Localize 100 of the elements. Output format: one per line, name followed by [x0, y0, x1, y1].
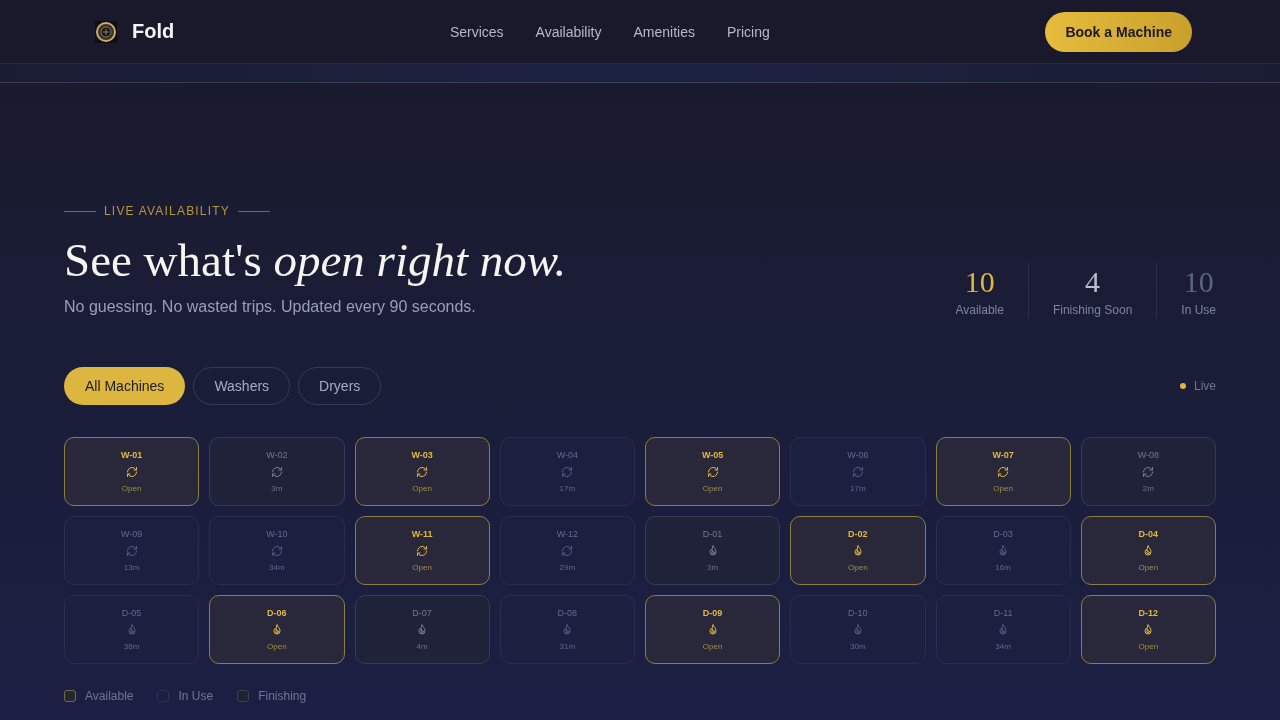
machine-id: W-06 [847, 450, 869, 460]
machine-card[interactable]: W-01 Open [64, 437, 200, 506]
machine-status: Open [267, 642, 287, 651]
machine-status: 34m [269, 563, 285, 572]
machine-status: 36m [123, 642, 140, 651]
nav-link[interactable]: Pricing [726, 23, 770, 40]
machine-status: 3m [271, 484, 283, 493]
stat-label: Finishing Soon [1052, 303, 1133, 317]
machine-status: Open [1138, 563, 1159, 572]
machine-id: D-11 [993, 608, 1013, 618]
machine-id: D-08 [557, 608, 578, 618]
machine-card[interactable]: W-05 Open [645, 437, 781, 506]
flame-icon [706, 624, 719, 636]
flame-icon [270, 624, 283, 636]
machine-status: Open [412, 563, 432, 572]
machine-id: D-01 [702, 529, 723, 539]
machine-status: 31m [559, 642, 576, 651]
refresh-icon [851, 466, 864, 478]
machine-id: W-01 [120, 450, 143, 460]
machine-id: D-09 [702, 608, 723, 618]
machine-id: W-05 [701, 450, 724, 460]
brand-name: Fold [132, 20, 175, 43]
machine-status: 17m [559, 484, 576, 493]
hero-subtitle: No guessing. No wasted trips. Updated every 90 seconds. [64, 297, 477, 317]
refresh-icon [1142, 466, 1155, 478]
machine-card[interactable]: D-06 Open [209, 595, 345, 664]
machine-status: Open [1138, 642, 1159, 651]
machine-card[interactable]: W-03 Open [354, 437, 490, 506]
machine-id: D-10 [848, 608, 868, 618]
machine-card[interactable]: D-12 Open [1080, 595, 1216, 664]
machine-status: 13m [123, 563, 140, 572]
refresh-icon [270, 466, 283, 478]
legend-label: In Use [178, 689, 214, 703]
machine-id: W-02 [266, 450, 288, 460]
machine-status: 29m [559, 563, 576, 572]
stat-value: 10 [1183, 267, 1214, 297]
machine-status: 30m [850, 642, 866, 651]
machine-status: Open [848, 563, 868, 572]
machine-status: 16m [995, 563, 1011, 572]
machine-id: W-09 [120, 529, 143, 539]
nav-link[interactable]: Amenities [633, 23, 695, 40]
flame-icon [125, 624, 138, 636]
flame-icon [561, 624, 574, 636]
refresh-icon [416, 545, 429, 557]
machine-card[interactable]: W-07 Open [935, 437, 1071, 506]
machine-id: W-03 [411, 450, 433, 460]
legend-label: Finishing [258, 689, 307, 703]
book-button[interactable]: Book a Machine [1045, 11, 1192, 52]
machine-status: Open [702, 642, 723, 651]
flame-icon [851, 624, 864, 636]
machine-status: Open [702, 484, 723, 493]
flame-icon [997, 624, 1010, 636]
flame-icon [416, 624, 429, 636]
machine-card[interactable]: D-07 4m [354, 595, 490, 664]
machine-id: W-12 [556, 529, 579, 539]
machine-card[interactable]: W-08 2m [1080, 437, 1216, 506]
machine-id: D-02 [848, 529, 868, 539]
machine-id: D-04 [1138, 529, 1159, 539]
machine-id: W-04 [556, 450, 579, 460]
machine-id: D-07 [412, 608, 432, 618]
flame-icon [1142, 545, 1155, 557]
refresh-icon [706, 466, 719, 478]
stat-value: 10 [964, 267, 995, 297]
machine-card[interactable]: D-04 Open [1080, 516, 1216, 585]
filter-pill[interactable]: All Machines [64, 367, 186, 405]
section-eyebrow: LIVE AVAILABILITY [104, 204, 230, 218]
machine-id: W-10 [266, 529, 288, 539]
machine-id: D-03 [993, 529, 1013, 539]
hero-heading: See what's open right now. [64, 234, 567, 286]
refresh-icon [561, 466, 574, 478]
machine-card[interactable]: W-11 Open [354, 516, 490, 585]
machine-id: D-05 [121, 608, 142, 618]
legend-swatch-icon [237, 690, 250, 702]
machine-id: W-07 [992, 450, 1014, 460]
refresh-icon [561, 545, 574, 557]
machine-card[interactable]: D-01 3m [645, 516, 781, 585]
machine-status: Open [412, 484, 432, 493]
machine-status: 4m [416, 642, 428, 651]
refresh-icon [125, 545, 138, 557]
legend-label: Available [85, 689, 134, 703]
machine-card[interactable]: W-02 3m [209, 437, 345, 506]
refresh-icon [997, 466, 1010, 478]
machine-status: 3m [707, 563, 719, 572]
stat-value: 4 [1085, 267, 1101, 297]
live-label: Live [1194, 379, 1216, 393]
stat-label: In Use [1181, 303, 1216, 317]
machine-status: 17m [850, 484, 866, 493]
flame-icon [706, 545, 719, 557]
refresh-icon [416, 466, 429, 478]
machine-card[interactable]: D-02 Open [790, 516, 926, 585]
nav-link[interactable]: Availability [535, 23, 602, 40]
machine-id: D-06 [267, 608, 287, 618]
legend-swatch-icon [64, 690, 76, 702]
machine-status: 34m [995, 642, 1011, 651]
machine-status: Open [121, 484, 142, 493]
machine-id: W-11 [411, 529, 433, 539]
machine-id: W-08 [1137, 450, 1160, 460]
nav-link[interactable]: Services [449, 23, 504, 40]
machine-card[interactable]: D-09 Open [645, 595, 781, 664]
flame-icon [997, 545, 1010, 557]
